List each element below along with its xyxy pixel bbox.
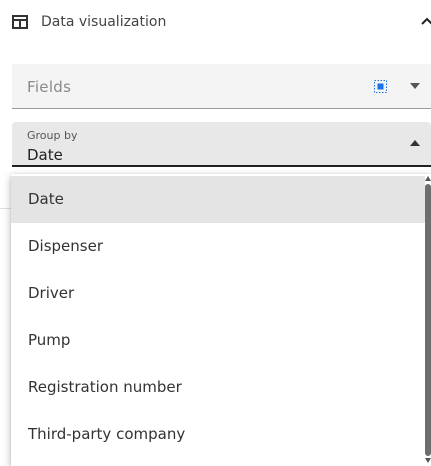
option-pump[interactable]: Pump xyxy=(11,317,425,364)
fields-placeholder: Fields xyxy=(27,78,72,96)
section-title: Data visualization xyxy=(41,14,167,30)
scroll-down-icon[interactable] xyxy=(425,457,431,465)
option-driver[interactable]: Driver xyxy=(11,270,425,317)
scrollbar-thumb[interactable] xyxy=(425,184,431,456)
group-by-dropdown-list[interactable]: Date Dispenser Driver Pump Registration … xyxy=(11,174,431,466)
group-by-value: Date xyxy=(27,146,63,164)
option-dispenser[interactable]: Dispenser xyxy=(11,223,425,270)
option-registration-number[interactable]: Registration number xyxy=(11,364,425,411)
caret-up-icon[interactable] xyxy=(409,139,421,147)
select-all-icon[interactable] xyxy=(374,80,387,93)
chevron-up-icon[interactable] xyxy=(420,15,431,27)
option-date[interactable]: Date xyxy=(11,176,425,223)
table-icon xyxy=(12,15,28,29)
option-third-party-company[interactable]: Third-party company xyxy=(11,411,425,458)
scroll-up-icon[interactable] xyxy=(425,174,431,182)
dropdown-scrollbar[interactable] xyxy=(425,174,431,466)
fields-select[interactable]: Fields xyxy=(12,64,431,109)
caret-down-icon[interactable] xyxy=(409,82,421,90)
group-by-select[interactable]: Group by Date xyxy=(12,122,431,167)
group-by-label: Group by xyxy=(27,129,78,142)
section-header-data-visualization[interactable]: Data visualization xyxy=(0,0,431,46)
